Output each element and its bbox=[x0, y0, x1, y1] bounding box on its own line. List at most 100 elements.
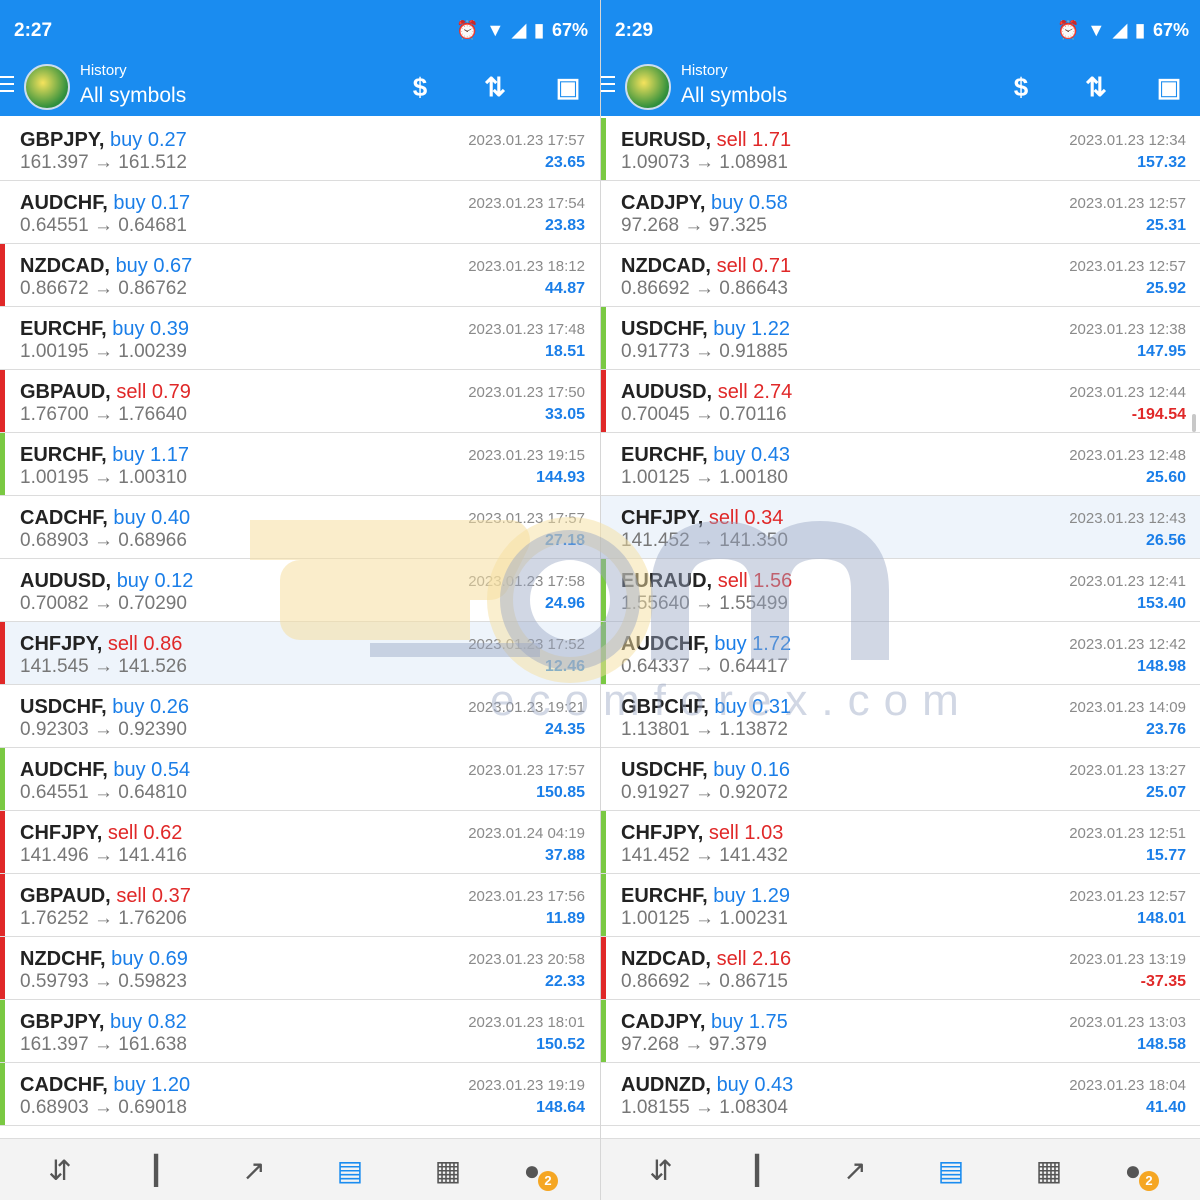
chart-icon[interactable]: ┃ bbox=[737, 1151, 777, 1191]
trade-profit: 153.40 bbox=[1137, 595, 1186, 612]
trade-prices: 0.92303 → 0.92390 bbox=[20, 719, 187, 740]
bottom-nav: ⇵ ┃ ↗ ▤ ▦ ● 2 bbox=[0, 1138, 600, 1200]
trade-symbol: NZDCHF, buy 0.69 bbox=[20, 948, 188, 970]
news-icon[interactable]: ▦ bbox=[1029, 1151, 1069, 1191]
calendar-icon[interactable]: ▣ bbox=[1151, 70, 1187, 104]
trade-row[interactable]: USDCHF, buy 1.22 0.91773 → 0.91885 2023.01… bbox=[601, 307, 1200, 370]
trade-row[interactable]: AUDCHF, buy 0.17 0.64551 → 0.64681 2023.01… bbox=[0, 181, 600, 244]
trade-row[interactable]: CHFJPY, sell 0.86 141.545 → 141.526 2023.0… bbox=[0, 622, 600, 685]
trade-profit: 26.56 bbox=[1145, 532, 1186, 549]
trade-row[interactable]: CHFJPY, sell 0.62 141.496 → 141.416 2023.0… bbox=[0, 811, 600, 874]
trade-row[interactable]: AUDNZD, buy 0.43 1.08155 → 1.08304 2023.01… bbox=[601, 1063, 1200, 1126]
trade-time: 2023.01.23 14:09 bbox=[1069, 699, 1186, 716]
trade-row[interactable]: USDCHF, buy 0.26 0.92303 → 0.92390 2023.01… bbox=[0, 685, 600, 748]
trade-row[interactable]: CADJPY, buy 0.58 97.268 → 97.325 2023.01.2… bbox=[601, 181, 1200, 244]
trade-row[interactable]: CADJPY, buy 1.75 97.268 → 97.379 2023.01.2… bbox=[601, 1000, 1200, 1063]
trade-time: 2023.01.23 19:19 bbox=[468, 1077, 585, 1094]
signal-icon: ◢ bbox=[1113, 20, 1128, 40]
trade-symbol: NZDCAD, sell 2.16 bbox=[621, 948, 792, 970]
trade-time: 2023.01.23 12:42 bbox=[1069, 636, 1186, 653]
trade-row[interactable]: GBPAUD, sell 0.79 1.76700 → 1.76640 2023.0… bbox=[0, 370, 600, 433]
trade-row[interactable]: GBPJPY, buy 0.82 161.397 → 161.638 2023.01… bbox=[0, 1000, 600, 1063]
trade-icon[interactable]: ↗ bbox=[835, 1151, 875, 1191]
currency-exchange-icon[interactable]: $ bbox=[1003, 70, 1039, 104]
history-icon[interactable]: ▤ bbox=[330, 1151, 370, 1191]
trade-row[interactable]: GBPAUD, sell 0.37 1.76252 → 1.76206 2023.0… bbox=[0, 874, 600, 937]
trade-symbol: AUDCHF, buy 0.54 bbox=[20, 759, 191, 781]
trade-profit: 25.31 bbox=[1145, 217, 1186, 234]
trade-row[interactable]: CHFJPY, sell 1.03 141.452 → 141.432 2023.0… bbox=[601, 811, 1200, 874]
status-time: 2:29 bbox=[615, 20, 654, 41]
quotes-icon[interactable]: ⇵ bbox=[40, 1151, 80, 1191]
trade-symbol: AUDNZD, buy 0.43 bbox=[621, 1074, 794, 1096]
chat-icon[interactable]: ● 2 bbox=[1113, 1151, 1159, 1191]
trade-row[interactable]: GBPCHF, buy 0.31 1.13801 → 1.13872 2023.01… bbox=[601, 685, 1200, 748]
trade-prices: 0.64551 → 0.64810 bbox=[20, 782, 187, 803]
trade-row[interactable]: NZDCAD, sell 2.16 0.86692 → 0.86715 2023.0… bbox=[601, 937, 1200, 1000]
menu-icon[interactable] bbox=[0, 76, 14, 94]
trade-symbol: GBPAUD, sell 0.79 bbox=[20, 381, 191, 403]
trade-symbol: CHFJPY, sell 0.34 bbox=[621, 507, 784, 529]
calendar-icon[interactable]: ▣ bbox=[550, 70, 586, 104]
trade-symbol: USDCHF, buy 1.22 bbox=[621, 318, 790, 340]
trade-time: 2023.01.23 12:34 bbox=[1069, 132, 1186, 149]
page-title[interactable]: All symbols bbox=[681, 84, 787, 108]
chart-icon[interactable]: ┃ bbox=[136, 1151, 176, 1191]
trade-row[interactable]: EURUSD, sell 1.71 1.09073 → 1.08981 2023.0… bbox=[601, 118, 1200, 181]
chat-badge: 2 bbox=[1139, 1171, 1159, 1191]
trade-symbol: NZDCAD, sell 0.71 bbox=[621, 255, 792, 277]
currency-exchange-icon[interactable]: $ bbox=[402, 70, 438, 104]
trade-row[interactable]: EURCHF, buy 1.17 1.00195 → 1.00310 2023.01… bbox=[0, 433, 600, 496]
trade-row[interactable]: NZDCAD, buy 0.67 0.86672 → 0.86762 2023.01… bbox=[0, 244, 600, 307]
trade-row[interactable]: NZDCHF, buy 0.69 0.59793 → 0.59823 2023.01… bbox=[0, 937, 600, 1000]
trade-row[interactable]: EURCHF, buy 0.43 1.00125 → 1.00180 2023.01… bbox=[601, 433, 1200, 496]
trade-row[interactable]: AUDCHF, buy 0.54 0.64551 → 0.64810 2023.01… bbox=[0, 748, 600, 811]
quotes-icon[interactable]: ⇵ bbox=[641, 1151, 681, 1191]
trade-row[interactable]: GBPJPY, buy 0.27 161.397 → 161.512 2023.01… bbox=[0, 118, 600, 181]
trade-row[interactable]: AUDUSD, sell 2.74 0.70045 → 0.70116 2023.0… bbox=[601, 370, 1200, 433]
trade-time: 2023.01.23 17:54 bbox=[468, 195, 585, 212]
trade-profit: 147.95 bbox=[1137, 343, 1186, 360]
page-title[interactable]: All symbols bbox=[80, 84, 186, 108]
trade-time: 2023.01.23 17:56 bbox=[468, 888, 585, 905]
trade-symbol: CADJPY, buy 0.58 bbox=[621, 192, 788, 214]
trade-symbol: CADCHF, buy 0.40 bbox=[20, 507, 191, 529]
trade-row[interactable]: EURAUD, sell 1.56 1.55640 → 1.55499 2023.0… bbox=[601, 559, 1200, 622]
status-bar bbox=[601, 622, 606, 684]
status-bar bbox=[601, 307, 606, 369]
trade-row[interactable]: NZDCAD, sell 0.71 0.86692 → 0.86643 2023.0… bbox=[601, 244, 1200, 307]
chat-icon[interactable]: ● 2 bbox=[512, 1151, 558, 1191]
trade-icon[interactable]: ↗ bbox=[234, 1151, 274, 1191]
scrollbar[interactable] bbox=[1192, 414, 1196, 432]
trade-prices: 97.268 → 97.325 bbox=[621, 215, 767, 236]
sort-icon[interactable]: ⇅ bbox=[1078, 70, 1114, 104]
trade-row[interactable]: AUDUSD, buy 0.12 0.70082 → 0.70290 2023.01… bbox=[0, 559, 600, 622]
trade-prices: 0.64551 → 0.64681 bbox=[20, 215, 187, 236]
trade-row[interactable]: CADCHF, buy 0.40 0.68903 → 0.68966 2023.01… bbox=[0, 496, 600, 559]
trade-time: 2023.01.23 20:58 bbox=[468, 951, 585, 968]
trade-time: 2023.01.23 13:27 bbox=[1069, 762, 1186, 779]
trade-symbol: AUDCHF, buy 0.17 bbox=[20, 192, 191, 214]
trade-prices: 161.397 → 161.512 bbox=[20, 152, 187, 173]
trade-symbol: CHFJPY, sell 0.62 bbox=[20, 822, 183, 844]
trade-profit: 22.33 bbox=[544, 973, 585, 990]
battery-icon: ▮ bbox=[534, 20, 544, 40]
news-icon[interactable]: ▦ bbox=[428, 1151, 468, 1191]
trade-row[interactable]: EURCHF, buy 0.39 1.00195 → 1.00239 2023.01… bbox=[0, 307, 600, 370]
trade-symbol: GBPCHF, buy 0.31 bbox=[621, 696, 792, 718]
trade-row[interactable]: CHFJPY, sell 0.34 141.452 → 141.350 2023.0… bbox=[601, 496, 1200, 559]
trade-row[interactable]: CADCHF, buy 1.20 0.68903 → 0.69018 2023.01… bbox=[0, 1063, 600, 1126]
sort-icon[interactable]: ⇅ bbox=[477, 70, 513, 104]
trade-time: 2023.01.23 12:38 bbox=[1069, 321, 1186, 338]
trade-row[interactable]: AUDCHF, buy 1.72 0.64337 → 0.64417 2023.01… bbox=[601, 622, 1200, 685]
menu-icon[interactable] bbox=[601, 76, 615, 94]
trade-profit: 23.65 bbox=[544, 154, 585, 171]
status-bar bbox=[601, 1000, 606, 1062]
trade-profit: 24.35 bbox=[544, 721, 585, 738]
trade-row[interactable]: EURCHF, buy 1.29 1.00125 → 1.00231 2023.01… bbox=[601, 874, 1200, 937]
trade-row[interactable]: USDCHF, buy 0.16 0.91927 → 0.92072 2023.01… bbox=[601, 748, 1200, 811]
trade-profit: 25.92 bbox=[1145, 280, 1186, 297]
signal-icon: ◢ bbox=[512, 20, 527, 40]
history-icon[interactable]: ▤ bbox=[931, 1151, 971, 1191]
trade-profit: 150.85 bbox=[536, 784, 585, 801]
